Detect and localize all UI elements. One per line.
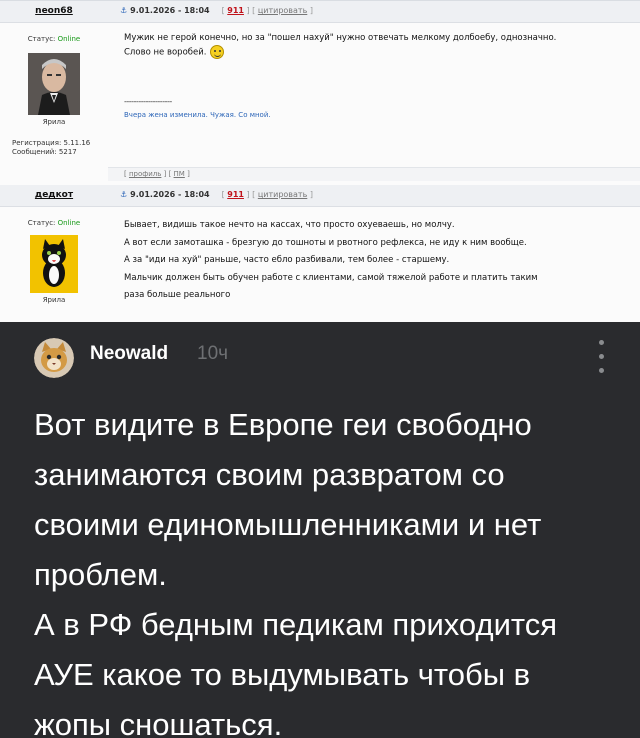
post-header: дедкот ⚓ 9.01.2026 - 18:04[ 911 ] [ цитир… — [0, 185, 640, 207]
author-sidebar: Статус: Online Ярила — [0, 207, 108, 323]
forum-thread: neon68 ⚓ 9.01.2026 - 18:04[ 911 ] [ цитир… — [0, 0, 640, 322]
author-sidebar: Статус: Online Ярила Регистрация: 5.11.1… — [0, 23, 108, 185]
avatar[interactable] — [28, 53, 80, 115]
quote-link[interactable]: цитировать — [258, 6, 307, 15]
post-number-link[interactable]: 911 — [227, 6, 244, 15]
message-count: Сообщений: 5217 — [12, 148, 77, 156]
smiley-icon — [210, 45, 225, 59]
post-username[interactable]: дедкот — [0, 190, 108, 200]
comment-time: 10ч — [197, 343, 229, 364]
user-status: Статус: Online — [27, 35, 81, 43]
forum-post: neon68 ⚓ 9.01.2026 - 18:04[ 911 ] [ цитир… — [0, 1, 640, 185]
post-body: Мужик не герой конечно, но за "пошел нах… — [124, 33, 557, 59]
quote-link[interactable]: цитировать — [258, 190, 307, 199]
post-number-link[interactable]: 911 — [227, 190, 244, 199]
post-meta: ⚓ 9.01.2026 - 18:04[ 911 ] [ цитировать ] — [120, 6, 313, 15]
signature: Вчера жена изменила. Чужая. Со мной. — [124, 111, 271, 119]
pm-link[interactable]: ПМ — [174, 170, 185, 178]
profile-link[interactable]: профиль — [129, 170, 161, 178]
avatar[interactable] — [30, 235, 78, 293]
post-date: 9.01.2026 - 18:04 — [130, 190, 210, 199]
avatar-caption: Ярила — [42, 296, 66, 304]
post-date: 9.01.2026 - 18:04 — [130, 6, 210, 15]
signature-divider: -------------------- — [124, 97, 172, 106]
anchor-icon[interactable]: ⚓ — [120, 190, 127, 199]
more-vertical-icon[interactable] — [596, 340, 606, 374]
post-footer: [ профиль ] [ ПМ ] — [108, 167, 640, 181]
post-meta: ⚓ 9.01.2026 - 18:04[ 911 ] [ цитировать ] — [120, 190, 313, 199]
avatar-caption: Ярила — [42, 118, 66, 126]
comment-card: Neowald 10ч Вот видите в Европе геи своб… — [0, 322, 640, 738]
forum-post: дедкот ⚓ 9.01.2026 - 18:04[ 911 ] [ цитир… — [0, 185, 640, 323]
registration-date: Регистрация: 5.11.16 — [12, 139, 91, 147]
post-username[interactable]: neon68 — [0, 6, 108, 16]
avatar[interactable] — [34, 338, 74, 378]
comment-author[interactable]: Neowald — [90, 343, 168, 365]
post-body: Бывает, видишь такое нечто на кассах, чт… — [124, 220, 538, 300]
user-status: Статус: Online — [27, 219, 81, 227]
post-header: neon68 ⚓ 9.01.2026 - 18:04[ 911 ] [ цитир… — [0, 1, 640, 23]
anchor-icon[interactable]: ⚓ — [120, 6, 127, 15]
comment-text: Вот видите в Европе геи свободно занимаю… — [34, 407, 558, 738]
